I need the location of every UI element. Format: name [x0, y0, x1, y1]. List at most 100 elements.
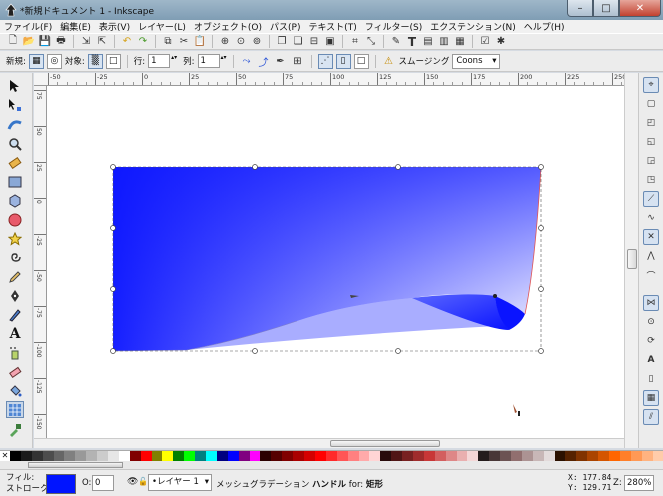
palette-swatch[interactable] [97, 451, 109, 461]
cols-input[interactable]: 1 [197, 54, 228, 68]
layer-lock-icon[interactable]: 🔓 [138, 477, 148, 486]
snap-smooth-nodes-icon[interactable]: ⌒ [643, 267, 659, 283]
measure-tool-icon[interactable] [6, 154, 24, 171]
snap-guide-icon[interactable]: ⫽ [643, 409, 659, 425]
target-stroke-button[interactable]: □ [105, 53, 121, 69]
palette-swatch[interactable] [445, 451, 457, 461]
mesh-normal-button[interactable]: ▦ [28, 53, 44, 69]
ungroup-icon[interactable]: ⌗ [348, 35, 362, 49]
clone-icon[interactable]: ❏ [291, 35, 305, 49]
palette-swatch[interactable] [347, 451, 359, 461]
menu-item-4[interactable]: オブジェクト(O) [190, 20, 266, 33]
palette-swatch[interactable] [53, 451, 65, 461]
palette-swatch[interactable] [10, 451, 21, 461]
palette-swatch[interactable] [587, 451, 599, 461]
palette-swatch[interactable] [608, 451, 620, 461]
make-selected-nodes-line-icon[interactable]: ⤴ [257, 54, 271, 69]
snap-object-midpoints-icon[interactable]: ⋈ [643, 295, 659, 311]
opacity-input[interactable]: 0 [92, 475, 114, 491]
selector-tool-icon[interactable] [6, 77, 24, 94]
palette-swatch[interactable] [325, 451, 337, 461]
menu-item-2[interactable]: 表示(V) [95, 20, 134, 33]
palette-swatch[interactable] [380, 451, 392, 461]
menu-item-1[interactable]: 編集(E) [56, 20, 95, 33]
star-tool-icon[interactable] [6, 230, 24, 247]
no-paint-swatch[interactable]: ✕ [0, 451, 10, 461]
vertical-scrollbar[interactable] [624, 73, 638, 448]
palette-swatch[interactable] [173, 451, 185, 461]
pencil-tool-icon[interactable] [6, 268, 24, 285]
menu-item-9[interactable]: ヘルプ(H) [520, 20, 569, 33]
palette-swatch[interactable] [500, 451, 511, 461]
eraser-tool-icon[interactable] [6, 363, 24, 380]
3d-box-tool-icon[interactable] [6, 192, 24, 209]
fill-stroke-icon[interactable]: ✎ [389, 35, 403, 49]
palette-swatch[interactable] [532, 451, 544, 461]
palette-swatch[interactable] [369, 451, 381, 461]
palette-swatch[interactable] [510, 451, 522, 461]
pick-color-icon[interactable]: ✒ [274, 54, 288, 68]
dropper-tool-icon[interactable] [6, 421, 24, 438]
menu-item-7[interactable]: フィルター(S) [361, 20, 427, 33]
redo-icon[interactable]: ↷ [136, 35, 150, 49]
align-icon[interactable]: ▥ [437, 35, 451, 49]
horizontal-scroll-thumb[interactable] [330, 440, 440, 447]
snap-object-centers-icon[interactable]: ⊙ [643, 314, 659, 330]
spray-tool-icon[interactable] [6, 344, 24, 361]
preferences-icon[interactable]: ✱ [494, 35, 508, 49]
palette-swatch[interactable] [434, 451, 446, 461]
palette-swatch[interactable] [195, 451, 207, 461]
open-folder-icon[interactable]: 📂 [22, 35, 36, 49]
palette-swatch[interactable] [75, 451, 87, 461]
snap-cusp-nodes-icon[interactable]: ⋀ [643, 248, 659, 264]
palette-swatch[interactable] [467, 451, 479, 461]
ellipse-tool-icon[interactable] [6, 211, 24, 228]
snap-bbox-corners-icon[interactable]: ◱ [643, 134, 659, 150]
palette-swatch[interactable] [20, 451, 32, 461]
palette-swatch[interactable] [151, 451, 163, 461]
snap-enable-icon[interactable]: ⌖ [643, 77, 659, 93]
close-button[interactable]: ✕ [619, 0, 661, 17]
palette-scrollbar[interactable] [0, 461, 663, 469]
paint-bucket-tool-icon[interactable] [6, 382, 24, 399]
layer-visibility-icon[interactable]: 👁 [127, 477, 138, 487]
palette-swatch[interactable] [456, 451, 468, 461]
menu-item-6[interactable]: テキスト(T) [304, 20, 360, 33]
palette-swatch[interactable] [227, 451, 239, 461]
undo-icon[interactable]: ↶ [120, 35, 134, 49]
snap-bbox-icon[interactable]: ▢ [643, 96, 659, 112]
palette-swatch[interactable] [118, 451, 130, 461]
text-font-icon[interactable]: T [405, 35, 419, 49]
minimize-button[interactable]: – [567, 0, 593, 17]
palette-swatch[interactable] [598, 451, 609, 461]
export-icon[interactable]: ⇱ [95, 35, 109, 49]
palette-swatch[interactable] [216, 451, 228, 461]
palette-swatch[interactable] [543, 451, 555, 461]
palette-swatch[interactable] [478, 451, 490, 461]
palette-swatch[interactable] [64, 451, 76, 461]
snap-grid-icon[interactable]: ▦ [643, 390, 659, 406]
maximize-button[interactable]: □ [593, 0, 619, 17]
palette-swatch[interactable] [304, 451, 315, 461]
snap-bbox-edges-icon[interactable]: ◰ [643, 115, 659, 131]
scale-mesh-icon[interactable]: ⊞ [291, 54, 305, 68]
zoom-page-icon[interactable]: ⊚ [250, 35, 264, 49]
palette-swatch[interactable] [238, 451, 250, 461]
calligraphy-tool-icon[interactable] [6, 306, 24, 323]
zoom-tool-icon[interactable] [6, 135, 24, 152]
palette-swatch[interactable] [423, 451, 435, 461]
smoothing-select[interactable]: Coons [452, 53, 500, 69]
target-fill-button[interactable]: ▒ [87, 53, 103, 69]
toggle-side-button[interactable]: ▯ [335, 53, 351, 69]
palette-scroll-thumb[interactable] [28, 462, 123, 468]
group-icon[interactable]: ▣ [323, 35, 337, 49]
palette-swatch[interactable] [162, 451, 174, 461]
palette-swatch[interactable] [282, 451, 294, 461]
palette-swatch[interactable] [358, 451, 370, 461]
snap-paths-icon[interactable]: ∿ [643, 210, 659, 226]
palette-swatch[interactable] [521, 451, 533, 461]
palette-swatch[interactable] [129, 451, 141, 461]
zoom-input[interactable]: 280% [624, 475, 654, 491]
duplicate-icon[interactable]: ❐ [275, 35, 289, 49]
unlink-clone-icon[interactable]: ⊟ [307, 35, 321, 49]
